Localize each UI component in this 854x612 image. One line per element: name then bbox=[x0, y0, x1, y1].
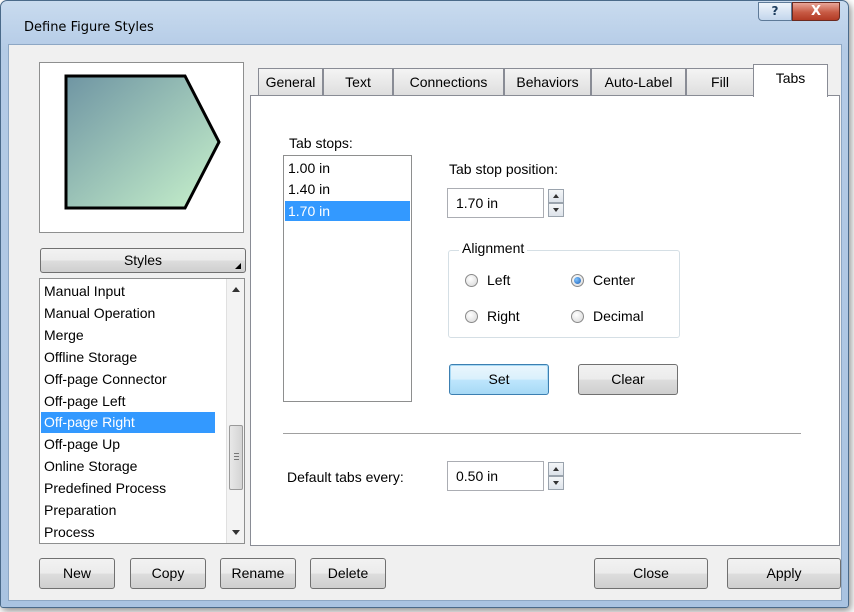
tabs-panel: Tab stops: 1.00 in 1.40 in 1.70 in Tab s… bbox=[250, 95, 840, 546]
list-item[interactable]: Off-page Connector bbox=[41, 369, 215, 390]
grip-line bbox=[234, 459, 239, 460]
list-item[interactable]: Off-page Left bbox=[41, 391, 215, 412]
list-item[interactable]: Manual Input bbox=[41, 281, 215, 302]
dropdown-corner-icon bbox=[235, 263, 241, 269]
scroll-down-icon[interactable] bbox=[232, 530, 240, 535]
list-item[interactable]: Manual Operation bbox=[41, 303, 215, 324]
preview-shape bbox=[64, 74, 221, 210]
set-button[interactable]: Set bbox=[449, 364, 549, 395]
align-decimal-radio[interactable] bbox=[571, 310, 584, 323]
default-tabs-input[interactable]: 0.50 in bbox=[447, 461, 544, 491]
tab-stop-item[interactable]: 1.00 in bbox=[285, 158, 410, 178]
align-left-radio[interactable] bbox=[465, 274, 478, 287]
tab-stop-position-spinner[interactable] bbox=[548, 189, 564, 217]
scroll-up-icon[interactable] bbox=[232, 287, 240, 292]
list-item[interactable]: Off-page Up bbox=[41, 434, 215, 455]
tab-stop-position-label: Tab stop position: bbox=[449, 161, 558, 177]
alignment-group bbox=[448, 250, 680, 338]
scroll-thumb[interactable] bbox=[229, 425, 243, 490]
spin-up-icon[interactable] bbox=[548, 189, 564, 203]
window-title: Define Figure Styles bbox=[24, 20, 154, 35]
list-item[interactable]: Preparation bbox=[41, 500, 215, 521]
style-list-scrollbar[interactable] bbox=[226, 279, 244, 543]
grip-line bbox=[234, 453, 239, 454]
style-preview bbox=[39, 62, 244, 233]
list-item[interactable]: Online Storage bbox=[41, 456, 215, 477]
tab-text[interactable]: Text bbox=[323, 68, 393, 95]
alignment-group-title: Alignment bbox=[459, 240, 528, 256]
default-tabs-label: Default tabs every: bbox=[287, 469, 404, 485]
copy-button[interactable]: Copy bbox=[130, 558, 206, 589]
spin-down-icon[interactable] bbox=[548, 203, 564, 217]
align-center-radio[interactable] bbox=[571, 274, 584, 287]
tab-stops-list[interactable]: 1.00 in 1.40 in 1.70 in bbox=[283, 155, 412, 402]
tab-behaviors[interactable]: Behaviors bbox=[504, 68, 591, 95]
dialog-client-area: Styles Manual Input Manual Operation Mer… bbox=[8, 44, 842, 601]
styles-menu-button[interactable]: Styles bbox=[40, 248, 246, 273]
list-item[interactable]: Offline Storage bbox=[41, 347, 215, 368]
align-center-label[interactable]: Center bbox=[593, 272, 635, 288]
new-button[interactable]: New bbox=[39, 558, 115, 589]
align-right-radio[interactable] bbox=[465, 310, 478, 323]
clear-button[interactable]: Clear bbox=[578, 364, 678, 395]
tab-stop-item-selected[interactable]: 1.70 in bbox=[285, 201, 410, 221]
align-left-label[interactable]: Left bbox=[487, 272, 510, 288]
list-item[interactable]: Process bbox=[41, 522, 215, 543]
spin-down-icon[interactable] bbox=[548, 476, 564, 490]
tab-stop-item[interactable]: 1.40 in bbox=[285, 179, 410, 199]
align-right-label[interactable]: Right bbox=[487, 308, 520, 324]
tab-connections[interactable]: Connections bbox=[393, 68, 504, 95]
delete-button[interactable]: Delete bbox=[310, 558, 386, 589]
spin-up-icon[interactable] bbox=[548, 462, 564, 476]
tab-fill[interactable]: Fill bbox=[686, 68, 754, 95]
tab-general[interactable]: General bbox=[258, 68, 323, 95]
align-decimal-label[interactable]: Decimal bbox=[593, 308, 644, 324]
close-button[interactable]: Close bbox=[594, 558, 708, 589]
tab-stop-position-input[interactable]: 1.70 in bbox=[447, 188, 544, 218]
list-item[interactable]: Predefined Process bbox=[41, 478, 215, 499]
default-tabs-spinner[interactable] bbox=[548, 462, 564, 490]
list-item[interactable]: Merge bbox=[41, 325, 215, 346]
tab-tabs[interactable]: Tabs bbox=[753, 64, 828, 97]
panel-divider bbox=[283, 433, 801, 434]
dialog-window: Define Figure Styles ? X Styles Manual I… bbox=[0, 0, 849, 608]
grip-line bbox=[234, 456, 239, 457]
apply-button[interactable]: Apply bbox=[727, 558, 841, 589]
style-list[interactable]: Manual Input Manual Operation Merge Offl… bbox=[39, 278, 245, 544]
help-button[interactable]: ? bbox=[758, 2, 792, 21]
tab-stops-label: Tab stops: bbox=[289, 135, 353, 151]
close-window-button[interactable]: X bbox=[792, 2, 840, 21]
rename-button[interactable]: Rename bbox=[220, 558, 296, 589]
styles-button-label: Styles bbox=[123, 252, 163, 268]
list-item-selected[interactable]: Off-page Right bbox=[41, 412, 215, 433]
tab-auto-label[interactable]: Auto-Label bbox=[591, 68, 686, 95]
tab-strip: General Text Connections Behaviors Auto-… bbox=[250, 64, 840, 97]
